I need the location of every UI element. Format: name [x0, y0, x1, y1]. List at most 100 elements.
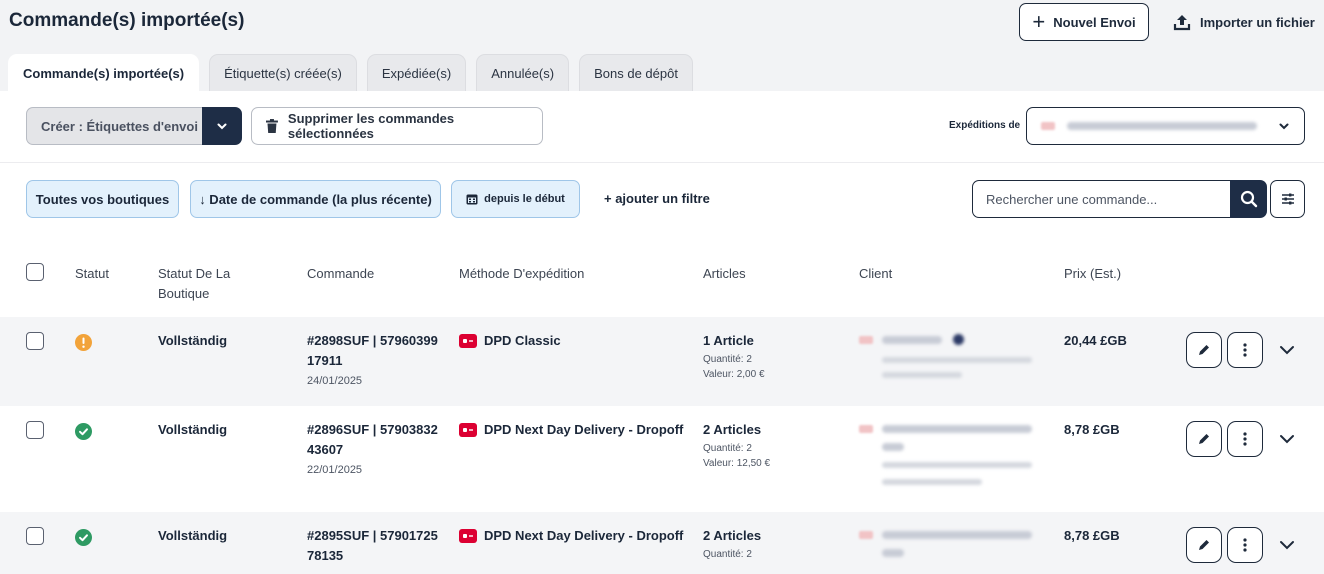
pencil-icon — [1199, 345, 1209, 355]
articles-value: Valeur: 12,50 € — [703, 458, 771, 469]
col-articles: Articles — [703, 266, 746, 281]
order-number-line1: #2896SUF | 57903832 — [307, 422, 438, 437]
redacted-address — [1067, 122, 1257, 130]
redacted-client-name-2 — [882, 549, 904, 557]
table-header: Statut Statut De La Boutique Commande Mé… — [0, 246, 1324, 316]
articles-count: 2 Articles — [703, 422, 762, 437]
since-filter-chip[interactable]: depuis le début — [451, 180, 580, 218]
order-date: 24/01/2025 — [307, 375, 363, 387]
chevron-down-icon — [1279, 123, 1289, 130]
shops-filter-chip[interactable]: Toutes vos boutiques — [26, 180, 179, 218]
table-row[interactable]: Vollständig #2896SUF | 57903832 43607 22… — [0, 406, 1324, 512]
col-order: Commande — [307, 266, 375, 281]
table-row[interactable]: Vollständig #2895SUF | 57901725 78135 DP… — [0, 512, 1324, 574]
tab-imported-orders[interactable]: Commande(s) importée(s) — [8, 54, 200, 92]
kebab-icon — [1243, 538, 1247, 552]
articles-count: 1 Article — [703, 333, 754, 348]
dpd-logo-icon — [459, 529, 477, 543]
more-actions-button[interactable] — [1227, 527, 1263, 563]
redacted-avatar — [953, 334, 964, 345]
shipping-method: DPD Next Day Delivery - Dropoff — [484, 422, 684, 437]
redacted-flag — [859, 425, 873, 433]
import-file-button[interactable]: Importer un fichier — [1172, 10, 1315, 34]
table-row[interactable]: Vollständig #2898SUF | 57960399 17911 24… — [0, 317, 1324, 406]
redacted-client-email — [882, 357, 1032, 363]
select-all-checkbox[interactable] — [26, 263, 44, 281]
calendar-icon — [466, 194, 478, 205]
articles-value: Valeur: 2,00 € — [703, 369, 765, 380]
tab-bar: Commande(s) importée(s) Étiquette(s) cré… — [8, 54, 693, 92]
add-filter-link[interactable]: + ajouter un filtre — [604, 191, 710, 206]
col-shop-status-line1: Statut De La — [158, 266, 231, 281]
expand-row-button[interactable] — [1277, 429, 1297, 449]
order-number-line2: 17911 — [307, 353, 343, 368]
expand-row-button[interactable] — [1277, 535, 1297, 555]
dpd-logo-icon — [459, 334, 477, 348]
edit-button[interactable] — [1186, 527, 1222, 563]
order-number[interactable]: #2895SUF | 57901725 78135 — [307, 526, 438, 566]
kebab-icon — [1243, 432, 1247, 446]
col-status: Statut — [75, 266, 109, 281]
redacted-client-name — [882, 531, 1032, 539]
tab-cancelled[interactable]: Annulée(s) — [476, 54, 570, 92]
search-input[interactable] — [972, 180, 1230, 218]
col-price: Prix (Est.) — [1064, 266, 1122, 281]
upload-icon — [1173, 15, 1191, 31]
redacted-client-email — [882, 462, 1032, 468]
order-number-line2: 78135 — [307, 548, 344, 563]
more-actions-button[interactable] — [1227, 421, 1263, 457]
col-shipping-method: Méthode D'expédition — [459, 266, 585, 281]
col-shop-status: Statut De La Boutique — [158, 264, 230, 304]
price: 8,78 £GB — [1064, 422, 1120, 437]
col-shop-status-line2: Boutique — [158, 286, 210, 301]
redacted-flag — [859, 336, 873, 344]
redacted-flag — [1041, 122, 1055, 130]
kebab-icon — [1243, 343, 1247, 357]
tab-shipped[interactable]: Expédiée(s) — [366, 54, 467, 92]
more-actions-button[interactable] — [1227, 332, 1263, 368]
articles-details: Quantité: 2 Valeur: 2,00 € — [703, 352, 765, 382]
order-search — [972, 180, 1267, 218]
chevron-down-icon — [217, 123, 227, 130]
create-labels-split-button: Créer : Étiquettes d'envoi — [26, 107, 242, 145]
row-checkbox[interactable] — [26, 332, 44, 350]
sort-date-chip[interactable]: ↓ Date de commande (la plus récente) — [190, 180, 441, 218]
new-shipment-button[interactable]: + Nouvel Envoi — [1019, 3, 1149, 41]
divider — [0, 162, 1324, 163]
create-labels-dropdown[interactable] — [202, 107, 242, 145]
delete-selected-label: Supprimer les commandes sélectionnées — [287, 111, 455, 141]
filter-settings-button[interactable] — [1270, 180, 1305, 218]
shop-status: Vollständig — [158, 528, 228, 543]
shop-status: Vollständig — [158, 422, 228, 437]
order-number[interactable]: #2898SUF | 57960399 17911 — [307, 331, 438, 371]
expand-row-button[interactable] — [1277, 340, 1297, 360]
row-checkbox[interactable] — [26, 421, 44, 439]
search-button[interactable] — [1230, 180, 1267, 218]
shipments-from-label: Expéditions de — [949, 120, 1021, 131]
articles-quantity: Quantité: 2 — [703, 549, 752, 560]
row-checkbox[interactable] — [26, 527, 44, 545]
shipments-from-select[interactable] — [1026, 107, 1305, 145]
redacted-client-address — [882, 372, 962, 378]
create-labels-button[interactable]: Créer : Étiquettes d'envoi — [26, 107, 202, 145]
edit-button[interactable] — [1186, 332, 1222, 368]
redacted-client-name — [882, 425, 1032, 433]
tab-deposit-slips[interactable]: Bons de dépôt — [579, 54, 693, 92]
delete-selected-button[interactable]: Supprimer les commandes sélectionnées — [251, 107, 543, 145]
import-file-label: Importer un fichier — [1200, 14, 1315, 30]
order-number-line1: #2898SUF | 57960399 — [307, 333, 438, 348]
order-number[interactable]: #2896SUF | 57903832 43607 — [307, 420, 438, 460]
redacted-client-address — [882, 479, 982, 485]
chevron-down-icon — [1280, 435, 1294, 444]
shipping-method: DPD Next Day Delivery - Dropoff — [484, 528, 684, 543]
articles-details: Quantité: 2 Valeur: 12,50 € — [703, 441, 770, 471]
new-shipment-label: Nouvel Envoi — [1053, 14, 1136, 30]
price: 8,78 £GB — [1064, 528, 1120, 543]
check-circle-icon — [75, 423, 92, 440]
edit-button[interactable] — [1186, 421, 1222, 457]
tab-labels-created[interactable]: Étiquette(s) créée(s) — [209, 54, 357, 92]
shipping-method: DPD Classic — [484, 333, 561, 348]
since-filter-label: depuis le début — [484, 193, 565, 205]
chevron-down-icon — [1280, 541, 1294, 550]
sliders-icon — [1281, 193, 1294, 205]
